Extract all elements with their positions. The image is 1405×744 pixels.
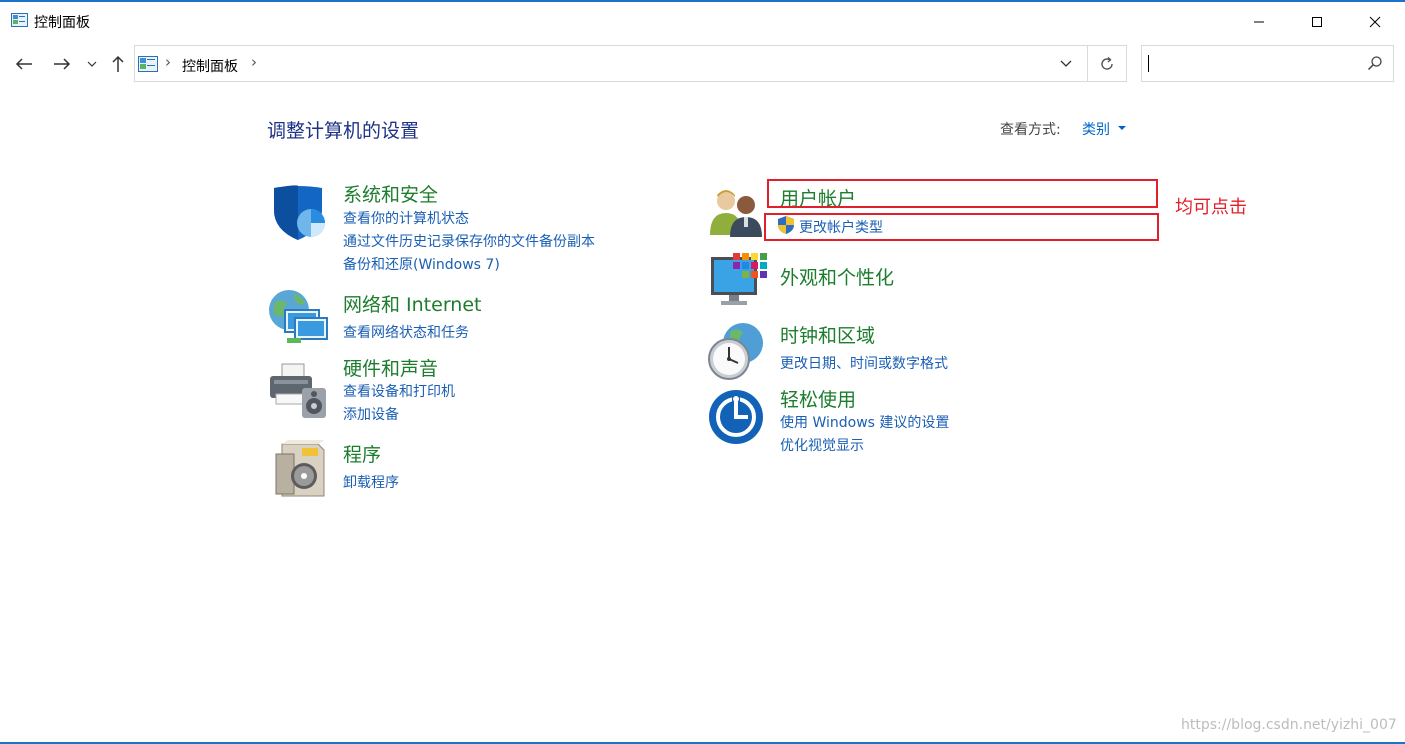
window-title: 控制面板	[34, 15, 90, 31]
recent-locations-button[interactable]	[82, 52, 102, 76]
watermark: https://blog.csdn.net/yizhi_007	[1181, 717, 1397, 733]
forward-button[interactable]	[50, 52, 74, 76]
page-title: 调整计算机的设置	[267, 120, 420, 142]
close-button[interactable]	[1352, 4, 1398, 40]
control-panel-icon	[138, 56, 158, 76]
breadcrumb-separator[interactable]: ›	[251, 53, 257, 71]
control-panel-icon	[11, 12, 28, 31]
breadcrumb-control-panel[interactable]: 控制面板	[182, 56, 238, 76]
back-arrow-icon	[15, 58, 32, 70]
network-globe-icon[interactable]	[267, 288, 329, 352]
link-view-computer-status[interactable]: 查看你的计算机状态	[343, 208, 469, 228]
users-icon[interactable]	[708, 187, 766, 241]
address-bar[interactable]: › 控制面板 ›	[134, 45, 1127, 82]
minimize-icon	[1254, 21, 1264, 23]
up-arrow-icon	[112, 55, 124, 72]
category-clock-region[interactable]: 时钟和区域	[780, 321, 875, 348]
back-button[interactable]	[12, 52, 36, 76]
highlight-box-change-account-type	[764, 213, 1159, 241]
maximize-icon	[1312, 17, 1322, 27]
category-programs[interactable]: 程序	[343, 440, 381, 467]
link-file-history-backup[interactable]: 通过文件历史记录保存你的文件备份副本	[343, 231, 595, 251]
annotation-clickable-note: 均可点击	[1175, 197, 1247, 218]
dropdown-arrow-icon[interactable]	[1118, 126, 1126, 130]
view-by-dropdown[interactable]: 类别	[1082, 119, 1110, 139]
category-appearance-personalization[interactable]: 外观和个性化	[780, 263, 894, 290]
monitor-palette-icon[interactable]	[709, 251, 767, 313]
highlight-box-user-accounts	[767, 179, 1158, 208]
category-hardware-sound[interactable]: 硬件和声音	[343, 354, 438, 381]
search-input[interactable]	[1150, 52, 1364, 76]
view-by-label: 查看方式:	[1000, 122, 1061, 138]
link-windows-recommended-settings[interactable]: 使用 Windows 建议的设置	[780, 412, 949, 432]
up-button[interactable]	[106, 52, 130, 76]
chevron-down-icon	[1060, 60, 1072, 67]
forward-arrow-icon	[54, 58, 71, 70]
category-network-internet[interactable]: 网络和 Internet	[343, 290, 481, 317]
title-bar: 控制面板	[0, 2, 1405, 40]
maximize-button[interactable]	[1294, 4, 1340, 40]
printer-speaker-icon[interactable]	[268, 360, 328, 424]
shield-icon[interactable]	[268, 184, 328, 248]
refresh-icon	[1101, 56, 1113, 70]
address-dropdown-button[interactable]	[1052, 52, 1080, 76]
clock-globe-icon[interactable]	[705, 321, 765, 385]
link-change-date-time-format[interactable]: 更改日期、时间或数字格式	[780, 353, 948, 373]
refresh-button[interactable]	[1093, 52, 1121, 76]
breadcrumb-separator[interactable]: ›	[165, 53, 171, 71]
chevron-down-icon	[87, 61, 97, 67]
address-divider	[1087, 46, 1088, 81]
programs-box-icon[interactable]	[274, 440, 326, 502]
minimize-button[interactable]	[1236, 4, 1282, 40]
search-icon[interactable]	[1367, 55, 1383, 75]
category-ease-of-access[interactable]: 轻松使用	[780, 385, 856, 412]
link-add-device[interactable]: 添加设备	[343, 404, 399, 424]
link-network-status[interactable]: 查看网络状态和任务	[343, 322, 469, 342]
close-icon	[1369, 16, 1381, 28]
text-caret	[1148, 55, 1149, 72]
ease-of-access-icon[interactable]	[708, 389, 764, 449]
category-system-security[interactable]: 系统和安全	[343, 180, 438, 207]
search-box[interactable]	[1141, 45, 1394, 82]
link-optimize-visual-display[interactable]: 优化视觉显示	[780, 435, 864, 455]
link-uninstall-program[interactable]: 卸载程序	[343, 472, 399, 492]
link-devices-printers[interactable]: 查看设备和打印机	[343, 381, 455, 401]
link-backup-restore[interactable]: 备份和还原(Windows 7)	[343, 254, 500, 274]
